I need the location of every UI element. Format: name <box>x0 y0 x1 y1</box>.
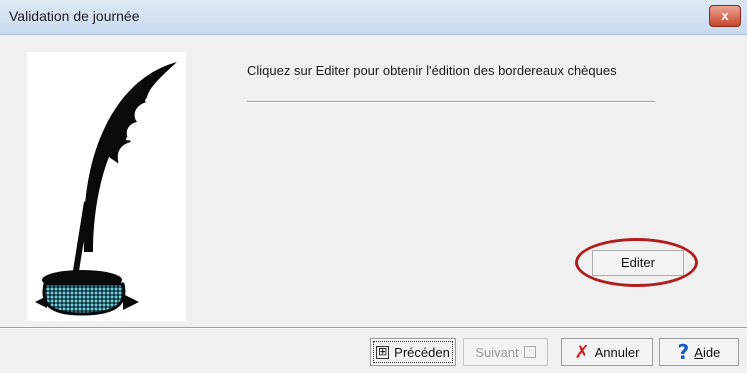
question-mark-icon: ? <box>677 340 690 364</box>
divider <box>247 101 655 103</box>
next-button[interactable]: Suivant · <box>463 338 548 366</box>
close-button[interactable]: x <box>709 5 741 27</box>
illustration-panel <box>27 52 186 321</box>
previous-label: Précéden <box>394 344 450 360</box>
edit-button[interactable]: Editer <box>592 250 684 276</box>
title-bar[interactable]: Validation de journée x <box>0 0 747 35</box>
prev-page-icon: ⊞ <box>376 344 390 359</box>
footer-divider <box>0 327 747 329</box>
cancel-button[interactable]: ✗ Annuler <box>561 338 653 366</box>
next-page-icon: · <box>523 346 536 358</box>
content-area: Cliquez sur Editer pour obtenir l'éditio… <box>9 35 738 325</box>
red-x-icon: ✗ <box>574 341 590 363</box>
dialog-window: Validation de journée x Cliquez sur Edit… <box>0 0 747 373</box>
next-label: Suivant <box>475 344 519 360</box>
help-button[interactable]: ? Aide <box>659 338 739 366</box>
quill-inkwell-icon <box>35 62 177 316</box>
window-title: Validation de journée <box>9 8 140 24</box>
close-icon: x <box>721 8 729 23</box>
help-label: Aide <box>694 344 721 360</box>
instruction-text: Cliquez sur Editer pour obtenir l'éditio… <box>247 63 617 78</box>
previous-button[interactable]: ⊞ Précéden <box>370 338 456 366</box>
cancel-label: Annuler <box>594 344 640 360</box>
